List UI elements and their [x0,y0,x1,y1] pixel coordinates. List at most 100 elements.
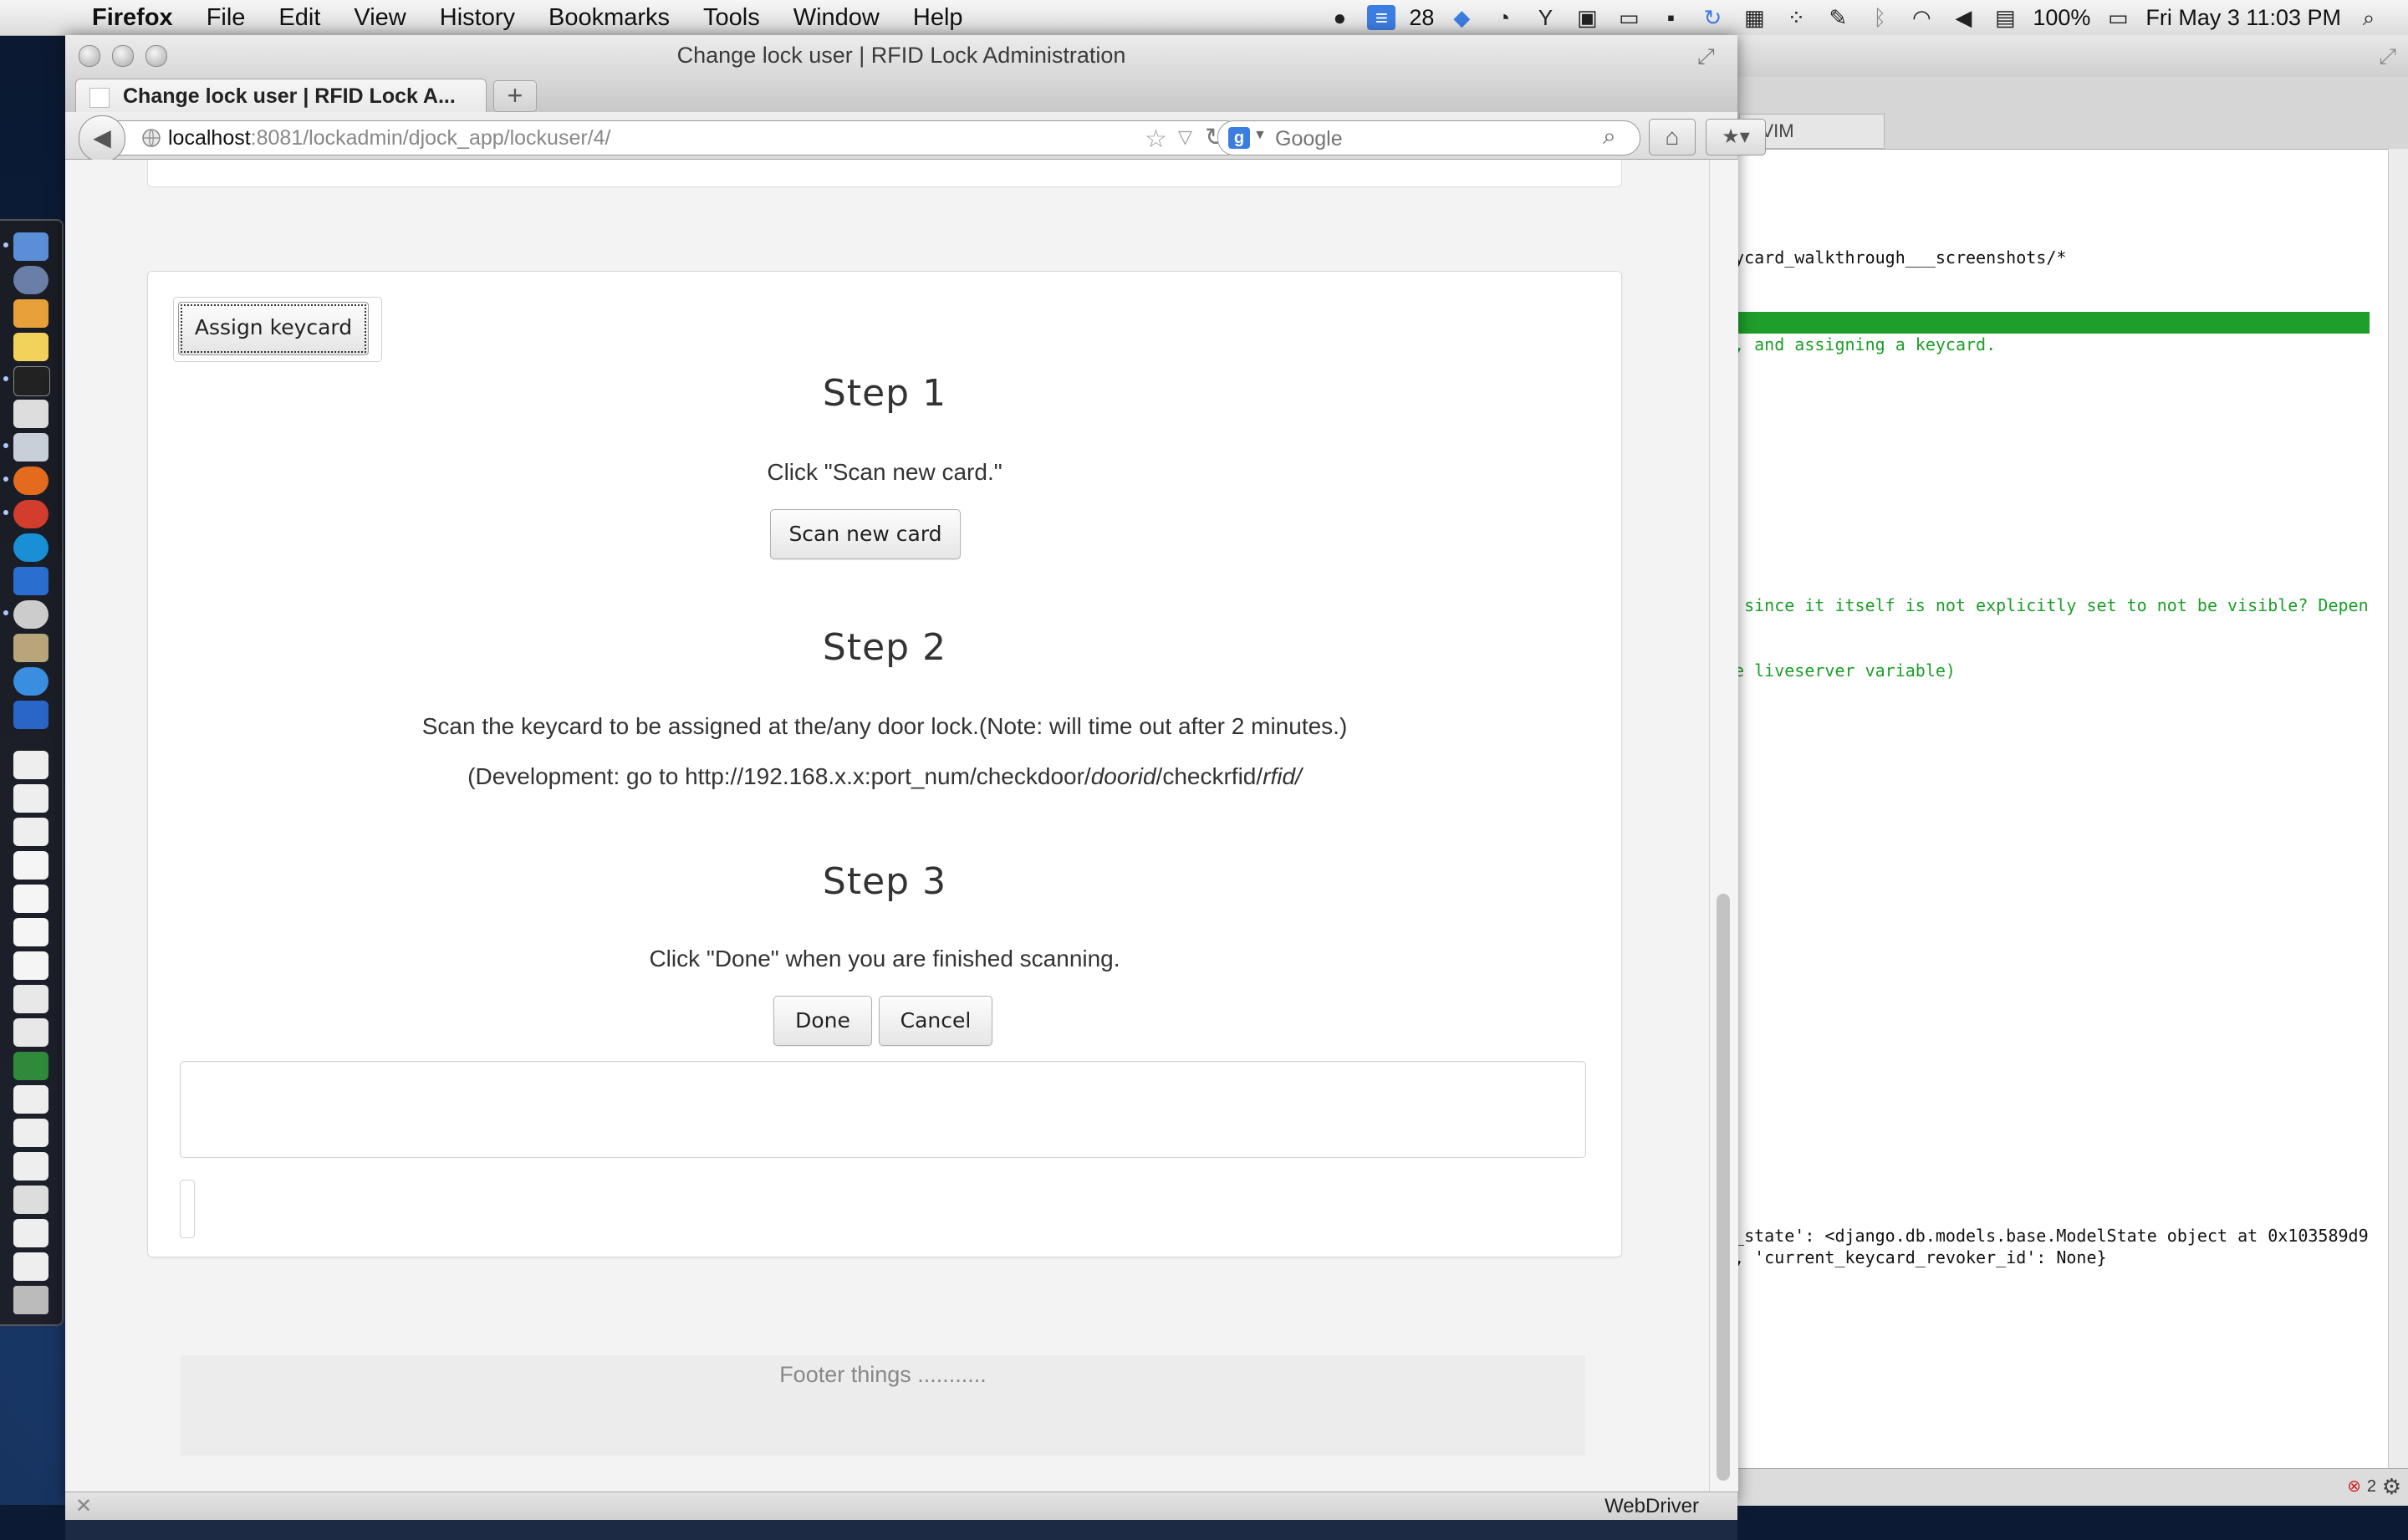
menu-file[interactable]: File [190,4,263,32]
dropbox-icon[interactable]: ◆ [1447,5,1476,30]
calendar-icon[interactable]: ▤ [1991,5,2019,30]
document-icon[interactable] [13,784,48,813]
engine-dropdown-icon[interactable]: ▼ [1253,128,1267,143]
menu-edit[interactable]: Edit [262,4,337,32]
volume-icon[interactable]: ◀ [1949,5,1977,30]
chrome-icon[interactable] [13,500,48,528]
wifi-icon[interactable]: ◠ [1907,5,1936,30]
itunes-icon[interactable] [13,667,48,696]
settings-gear-icon[interactable]: ⚙ [2382,1474,2401,1500]
close-window-icon[interactable] [79,45,100,67]
menu-history[interactable]: History [423,4,532,32]
vim-text-line: '_state': <django.db.models.base.ModelSt… [1724,1226,2369,1246]
bookmark-star-icon[interactable]: ☆ [1145,125,1167,154]
stickies-icon[interactable] [13,333,48,361]
pen-icon[interactable]: ✎ [1824,5,1852,30]
url-text[interactable]: localhost:8081/lockadmin/djock_app/locku… [168,121,610,155]
minimized-window-icon[interactable] [13,1052,48,1080]
back-button[interactable]: ◀ [79,115,125,162]
firefox-icon[interactable] [13,467,48,495]
photos-icon[interactable] [13,299,48,328]
document-icon[interactable] [13,1119,48,1147]
spotlight-search-icon[interactable]: ⌕ [2354,5,2383,30]
ink-drop-icon[interactable]: ● [1325,5,1354,30]
new-tab-plus-icon[interactable]: + [493,80,537,112]
search-input[interactable] [1273,125,1578,153]
zoom-window-icon[interactable] [145,45,167,67]
document-icon[interactable] [13,951,48,980]
menu-window[interactable]: Window [777,4,896,32]
apps-grid-icon[interactable]: ⁘ [1782,5,1810,30]
assign-keycard-button[interactable]: Assign keycard [178,302,369,355]
document-icon[interactable] [13,1018,48,1047]
textedit-icon[interactable] [13,400,48,428]
dev-note-rfid: rfid/ [1263,763,1302,789]
terminal-icon[interactable] [13,366,50,396]
camera-icon[interactable]: ▣ [1573,5,1601,30]
cpu-meter-icon[interactable]: ▦ [1740,5,1768,30]
finder-icon[interactable] [13,232,48,261]
document-icon[interactable] [13,1252,48,1281]
browser-tab[interactable]: Change lock user | RFID Lock A... [75,79,487,113]
scan-new-card-button[interactable]: Scan new card [770,509,961,559]
step2-instruction: Scan the keycard to be assigned at the/a… [421,713,1348,739]
home-button[interactable]: ⌂ [1649,119,1696,156]
document-icon[interactable] [13,985,48,1013]
bookmarks-menu-button[interactable]: ★▾ [1706,119,1766,156]
automator-icon[interactable] [13,634,48,662]
menu-view[interactable]: View [337,4,422,32]
search-bar: g ▼ ⌕ [1217,120,1640,156]
menu-app-name[interactable]: Firefox [64,4,190,32]
document-icon[interactable] [13,885,48,913]
status-bar: ✕ WebDriver [65,1492,1737,1521]
document-icon[interactable] [13,851,48,880]
activity-monitor-icon[interactable] [13,701,48,729]
document-icon[interactable] [13,918,48,946]
bluetooth-icon[interactable]: ᛒ [1865,5,1894,30]
url-bar[interactable]: localhost:8081/lockadmin/djock_app/locku… [110,120,1232,156]
network-icon[interactable] [13,567,48,595]
trash-icon[interactable] [13,1286,48,1314]
document-icon[interactable] [13,1152,48,1180]
close-icon[interactable]: ✕ [75,1494,92,1518]
disk-utility-icon[interactable] [13,600,48,629]
menu-tools[interactable]: Tools [686,4,777,32]
done-button[interactable]: Done [773,996,872,1046]
document-icon[interactable] [13,1085,48,1114]
page-scrollbar[interactable] [1709,160,1738,1492]
launchpad-icon[interactable] [13,266,48,294]
error-icon[interactable]: ⊗ [2347,1476,2361,1497]
notes-icon[interactable]: ≡ [1367,5,1396,30]
url-path: :8081/lockadmin/djock_app/lockuser/4/ [250,126,611,150]
vim-tabbar: - VIM [1722,77,2408,150]
menu-help[interactable]: Help [896,4,980,32]
search-icon[interactable]: ⌕ [1603,123,1616,150]
google-engine-icon[interactable]: g [1228,127,1250,149]
document-icon[interactable] [13,818,48,846]
preview-icon[interactable] [13,433,48,461]
fork-icon[interactable]: Y [1531,5,1559,30]
clock[interactable]: Fri May 3 11:03 PM [2145,5,2341,31]
battery-icon[interactable]: ▭ [2104,5,2132,30]
teamviewer-icon[interactable] [13,533,48,562]
site-identity-globe-icon[interactable] [141,128,161,148]
page-footer: Footer things ........... [181,1355,1585,1456]
terminal-tray-icon[interactable]: ▪ [1656,5,1685,30]
display-icon[interactable]: ▭ [1615,5,1643,30]
fullscreen-icon[interactable]: ⤢ [2379,43,2396,70]
vim-scrollbar[interactable] [2388,149,2408,1505]
url-history-dropdown-icon[interactable]: ▽ [1178,126,1192,148]
menu-bar: Firefox File Edit View History Bookmarks… [0,0,2408,36]
cancel-button[interactable]: Cancel [879,996,992,1046]
menu-bookmarks[interactable]: Bookmarks [532,4,686,32]
document-icon[interactable] [13,1219,48,1247]
vim-text-line: eycard_walkthrough___screenshots/* [1724,247,2067,268]
scrollbar-thumb[interactable] [1717,894,1730,1481]
fullscreen-icon[interactable]: ⤢ [1697,43,1721,69]
document-icon[interactable] [13,1186,48,1214]
minimize-window-icon[interactable] [112,45,134,67]
document-icon[interactable] [13,751,48,779]
step3-heading: Step 3 [822,860,947,903]
gauge-icon[interactable]: ◔ [1489,5,1518,30]
sync-icon[interactable]: ↻ [1698,5,1727,30]
